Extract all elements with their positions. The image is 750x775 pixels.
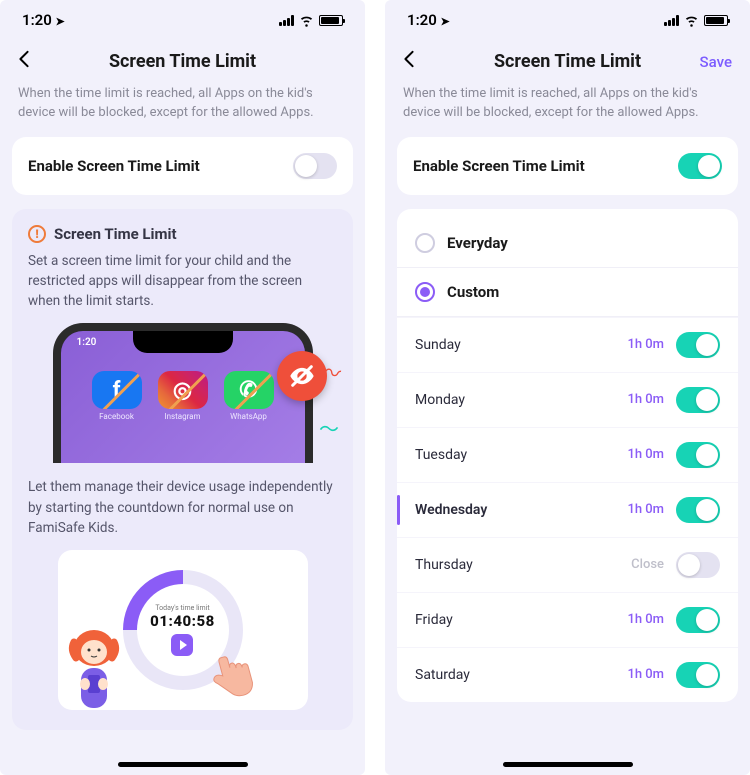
illustration-countdown: Today's time limit 01:40:58 — [58, 550, 308, 710]
cellular-icon — [664, 15, 679, 26]
day-row-saturday[interactable]: Saturday 1h 0m — [397, 647, 738, 702]
radio-icon — [415, 233, 435, 253]
back-button[interactable] — [403, 50, 415, 73]
day-name: Thursday — [415, 557, 473, 573]
day-duration: 1h 0m — [627, 392, 664, 407]
status-bar: 1:20 ➤ — [385, 0, 750, 40]
play-icon — [171, 634, 193, 656]
mock-app-instagram: ◎Instagram — [158, 371, 208, 421]
mode-label: Everyday — [447, 234, 508, 252]
page-description: When the time limit is reached, all Apps… — [385, 85, 750, 137]
day-duration: 1h 0m — [627, 447, 664, 462]
decoration-squiggle-teal: 〜 — [319, 413, 339, 442]
day-row-tuesday[interactable]: Tuesday 1h 0m — [397, 427, 738, 482]
battery-icon — [704, 15, 728, 26]
battery-icon — [319, 15, 343, 26]
enable-toggle[interactable] — [678, 153, 722, 179]
day-row-monday[interactable]: Monday 1h 0m — [397, 372, 738, 427]
day-row-friday[interactable]: Friday 1h 0m — [397, 592, 738, 647]
page-title: Screen Time Limit — [494, 51, 641, 72]
mock-app-whatsapp: ✆WhatsApp — [224, 371, 274, 421]
nav-header: Screen Time Limit — [0, 40, 365, 85]
mode-everyday[interactable]: Everyday — [397, 219, 738, 268]
day-duration: 1h 0m — [627, 612, 664, 627]
day-toggle[interactable] — [676, 552, 720, 578]
countdown-time: 01:40:58 — [150, 612, 215, 630]
info-card: ! Screen Time Limit Set a screen time li… — [12, 209, 353, 731]
schedule-card: EverydayCustom Sunday1h 0mMonday1h 0mTue… — [397, 209, 738, 702]
nav-header: Screen Time Limit Save — [385, 40, 750, 85]
save-button[interactable]: Save — [700, 53, 732, 71]
alert-icon: ! — [28, 225, 46, 243]
location-icon: ➤ — [56, 15, 65, 28]
phone-screen-enabled: 1:20 ➤ Screen Time Limit Save When the t… — [385, 0, 750, 775]
day-name: Sunday — [415, 337, 461, 353]
mode-label: Custom — [447, 283, 499, 301]
day-name: Monday — [415, 392, 465, 408]
info-para-1: Set a screen time limit for your child a… — [28, 251, 337, 312]
day-toggle[interactable] — [676, 387, 720, 413]
mode-custom[interactable]: Custom — [397, 268, 738, 317]
day-toggle[interactable] — [676, 332, 720, 358]
cellular-icon — [279, 15, 294, 26]
day-toggle[interactable] — [676, 662, 720, 688]
phone-screen-disabled: 1:20 ➤ Screen Time Limit When the time l… — [0, 0, 365, 775]
wifi-icon — [684, 15, 699, 26]
page-description: When the time limit is reached, all Apps… — [0, 85, 365, 137]
day-toggle[interactable] — [676, 497, 720, 523]
illustration-phone: 1:20 fFacebook ◎Instagram ✆WhatsApp — [53, 323, 313, 463]
page-title: Screen Time Limit — [109, 51, 256, 72]
status-bar: 1:20 ➤ — [0, 0, 365, 40]
enable-card: Enable Screen Time Limit — [12, 137, 353, 195]
home-indicator[interactable] — [118, 762, 248, 767]
day-toggle[interactable] — [676, 442, 720, 468]
illustration-person — [58, 620, 130, 710]
back-button[interactable] — [18, 50, 30, 73]
day-duration: 1h 0m — [627, 667, 664, 682]
home-indicator[interactable] — [503, 762, 633, 767]
enable-toggle[interactable] — [293, 153, 337, 179]
day-row-sunday[interactable]: Sunday 1h 0m — [397, 317, 738, 372]
day-name: Saturday — [415, 667, 470, 683]
day-row-wednesday[interactable]: Wednesday 1h 0m — [397, 482, 738, 537]
day-name: Friday — [415, 612, 453, 628]
info-title: Screen Time Limit — [54, 225, 177, 243]
countdown-label: Today's time limit — [150, 604, 215, 612]
day-duration: 1h 0m — [627, 337, 664, 352]
day-duration: Close — [631, 557, 664, 572]
day-duration: 1h 0m — [627, 502, 664, 517]
location-icon: ➤ — [441, 15, 450, 28]
illustration-time: 1:20 — [77, 337, 97, 348]
radio-icon — [415, 282, 435, 302]
day-name: Tuesday — [415, 447, 467, 463]
status-time: 1:20 ➤ — [22, 11, 65, 29]
day-toggle[interactable] — [676, 607, 720, 633]
decoration-squiggle-red: 〰 — [314, 352, 344, 391]
status-time: 1:20 ➤ — [407, 11, 450, 29]
wifi-icon — [299, 15, 314, 26]
day-name: Wednesday — [415, 502, 487, 518]
day-row-thursday[interactable]: Thursday Close — [397, 537, 738, 592]
info-para-2: Let them manage their device usage indep… — [28, 477, 337, 538]
mock-app-facebook: fFacebook — [92, 371, 142, 421]
enable-card: Enable Screen Time Limit — [397, 137, 738, 195]
enable-label: Enable Screen Time Limit — [28, 157, 200, 175]
enable-label: Enable Screen Time Limit — [413, 157, 585, 175]
